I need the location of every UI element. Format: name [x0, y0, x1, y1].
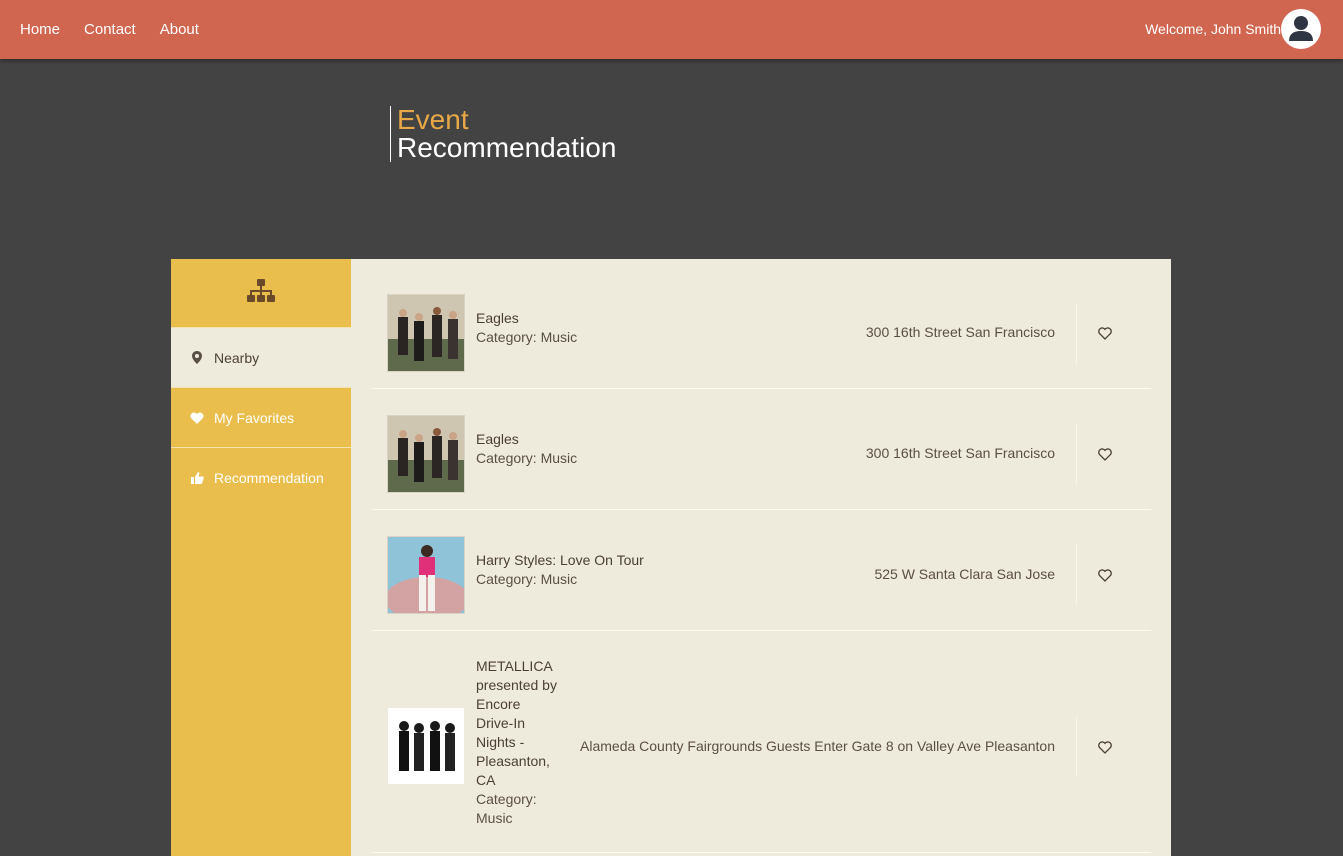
nav-links: Home Contact About [20, 0, 223, 59]
favorite-heart-icon[interactable] [1098, 739, 1114, 755]
list-item[interactable]: Harry Styles: Love On Tour Category: Mus… [371, 510, 1151, 631]
favorite-heart-icon[interactable] [1098, 325, 1114, 341]
welcome-text: Welcome, John Smith [1145, 21, 1281, 37]
event-name[interactable]: Eagles [476, 309, 519, 328]
page-title: Event Recommendation [390, 106, 616, 162]
event-category: Category: Music [476, 329, 578, 345]
divider [1076, 304, 1077, 364]
page-title-line1: Event [397, 104, 469, 135]
nav-home-link[interactable]: Home [20, 21, 60, 38]
sidebar-item-label: My Favorites [214, 409, 295, 426]
event-image[interactable] [387, 707, 465, 785]
list-item[interactable]: Eagles Category: Music 300 16th Street S… [371, 389, 1151, 510]
sidebar-item-recommendation[interactable]: Recommendation [171, 447, 351, 507]
event-name[interactable]: Harry Styles: Love On Tour [476, 551, 644, 570]
divider [1076, 545, 1077, 605]
user-avatar-icon[interactable] [1281, 9, 1321, 49]
list-item[interactable]: Eagles Category: Music 300 16th Street S… [371, 279, 1151, 389]
event-category: Category: Music [476, 791, 537, 826]
divider [1076, 424, 1077, 484]
event-name[interactable]: Eagles [476, 430, 519, 449]
list-item[interactable]: METALLICA presented by Encore Drive-In N… [371, 631, 1151, 853]
event-list: Eagles Category: Music 300 16th Street S… [351, 259, 1171, 856]
favorite-heart-icon[interactable] [1098, 446, 1114, 462]
sidebar-item-nearby[interactable]: Nearby [171, 327, 351, 387]
map-marker-icon [190, 351, 204, 365]
event-image[interactable] [387, 294, 465, 372]
heart-icon [190, 411, 204, 425]
event-address: 525 W Santa Clara San Jose [874, 566, 1055, 582]
divider [1076, 717, 1077, 777]
event-image[interactable] [387, 536, 465, 614]
sidebar: Nearby My Favorites Recommendation [171, 259, 351, 856]
event-category: Category: Music [476, 450, 578, 466]
event-name[interactable]: METALLICA presented by Encore Drive-In N… [476, 657, 560, 790]
sitemap-icon [246, 279, 276, 307]
page-title-line2: Recommendation [397, 132, 617, 163]
nav-contact-link[interactable]: Contact [84, 21, 136, 38]
event-category: Category: Music [476, 571, 578, 587]
favorite-heart-icon[interactable] [1098, 567, 1114, 583]
top-navbar: Home Contact About Welcome, John Smith [0, 0, 1343, 59]
sidebar-header [171, 259, 351, 327]
event-image[interactable] [387, 415, 465, 493]
sidebar-item-label: Nearby [214, 349, 260, 366]
sidebar-item-label: Recommendation [214, 469, 324, 486]
event-address: Alameda County Fairgrounds Guests Enter … [580, 738, 1055, 754]
nav-about-link[interactable]: About [160, 21, 199, 38]
sidebar-item-my-favorites[interactable]: My Favorites [171, 387, 351, 447]
event-address: 300 16th Street San Francisco [865, 324, 1055, 340]
thumbs-up-icon [190, 471, 204, 485]
event-address: 300 16th Street San Francisco [865, 445, 1055, 461]
